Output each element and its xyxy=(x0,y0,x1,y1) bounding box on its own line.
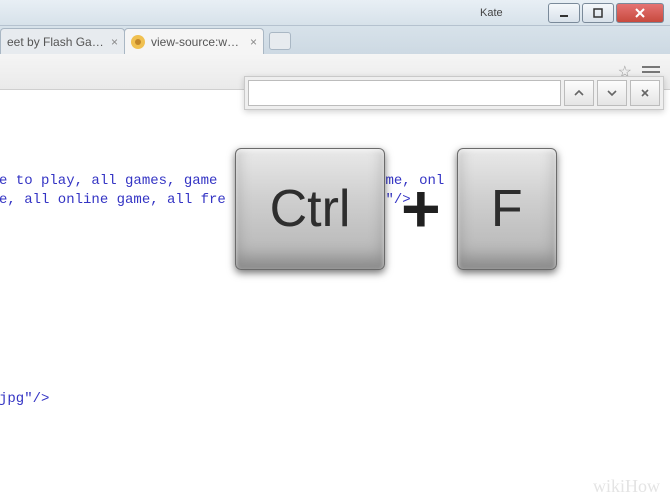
tab-close-icon[interactable]: × xyxy=(111,35,118,49)
window-close-button[interactable] xyxy=(616,3,664,23)
tab-flash-game[interactable]: eet by Flash Ga… × xyxy=(0,28,125,54)
key-ctrl: Ctrl xyxy=(235,148,385,270)
keyboard-shortcut-overlay: Ctrl + F xyxy=(235,148,557,270)
tab-strip: eet by Flash Ga… × view-source:www.flash… xyxy=(0,26,670,54)
chevron-down-icon xyxy=(607,88,617,98)
close-icon xyxy=(640,88,650,98)
plus-symbol: + xyxy=(401,170,441,248)
find-input[interactable] xyxy=(248,80,561,106)
tab-close-icon[interactable]: × xyxy=(250,35,257,49)
new-tab-button[interactable] xyxy=(269,32,291,50)
tab-title: view-source:www.flash-g… xyxy=(151,35,244,49)
window-user-label: Kate xyxy=(480,7,503,19)
chevron-up-icon xyxy=(574,88,584,98)
window-titlebar: Kate xyxy=(0,0,670,26)
find-close-button[interactable] xyxy=(630,80,660,106)
tab-title: eet by Flash Ga… xyxy=(7,35,105,49)
window-maximize-button[interactable] xyxy=(582,3,614,23)
find-next-button[interactable] xyxy=(597,80,627,106)
tab-view-source[interactable]: view-source:www.flash-g… × xyxy=(124,28,264,54)
key-f: F xyxy=(457,148,557,270)
source-line: jpg"/> xyxy=(0,390,49,410)
favicon-icon xyxy=(131,35,145,49)
find-prev-button[interactable] xyxy=(564,80,594,106)
find-in-page-bar xyxy=(244,76,664,110)
wikihow-watermark: wikiHow xyxy=(593,476,660,497)
window-minimize-button[interactable] xyxy=(548,3,580,23)
